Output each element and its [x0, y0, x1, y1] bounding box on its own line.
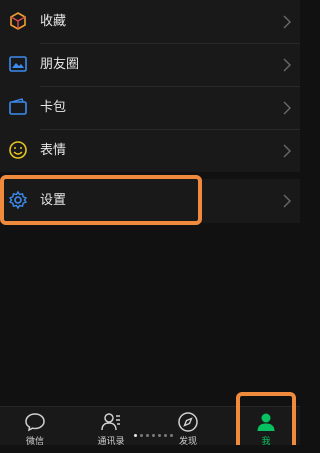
page-dot — [164, 434, 167, 437]
tab-contacts[interactable]: 通讯录 — [81, 407, 141, 447]
chevron-right-icon — [283, 15, 291, 29]
page-dot — [140, 434, 143, 437]
menu-item-label: 卡包 — [40, 100, 67, 115]
page-indicator — [134, 434, 176, 440]
menu-item-settings[interactable]: 设置 — [0, 179, 300, 223]
page-dot — [170, 434, 173, 437]
menu-group: 收藏 朋友圈 卡包 表情 — [0, 0, 300, 172]
tab-me[interactable]: 我 — [236, 407, 296, 447]
tab-label: 我 — [261, 437, 271, 447]
tab-chats[interactable]: 微信 — [5, 407, 65, 447]
moments-picture-icon — [9, 56, 27, 72]
card-wallet-icon — [9, 98, 27, 115]
contacts-icon — [101, 413, 120, 431]
person-icon — [257, 413, 275, 431]
page-dot — [134, 434, 137, 437]
page-dot — [158, 434, 161, 437]
settings-group: 设置 — [0, 179, 300, 223]
chevron-right-icon — [283, 144, 291, 158]
chat-bubble-icon — [25, 413, 45, 432]
favorites-cube-icon — [10, 12, 26, 30]
page-dot — [152, 434, 155, 437]
menu-item-label: 表情 — [40, 143, 67, 158]
menu-item-cards[interactable]: 卡包 — [0, 86, 300, 130]
chevron-right-icon — [283, 58, 291, 72]
gear-icon — [8, 190, 28, 210]
bottom-tab-bar: 微信 通讯录 发现 我 — [0, 406, 300, 447]
menu-item-label: 设置 — [40, 193, 67, 208]
menu-item-label: 朋友圈 — [40, 57, 80, 72]
page-dot — [146, 434, 149, 437]
tab-label: 微信 — [25, 437, 44, 447]
tab-label: 通讯录 — [97, 437, 125, 447]
menu-item-label: 收藏 — [40, 14, 67, 29]
menu-item-favorites[interactable]: 收藏 — [0, 0, 300, 44]
compass-icon — [178, 412, 198, 432]
chevron-right-icon — [283, 194, 291, 208]
menu-item-stickers[interactable]: 表情 — [0, 129, 300, 173]
chevron-right-icon — [283, 101, 291, 115]
menu-item-moments[interactable]: 朋友圈 — [0, 43, 300, 87]
sticker-smile-icon — [9, 141, 27, 159]
